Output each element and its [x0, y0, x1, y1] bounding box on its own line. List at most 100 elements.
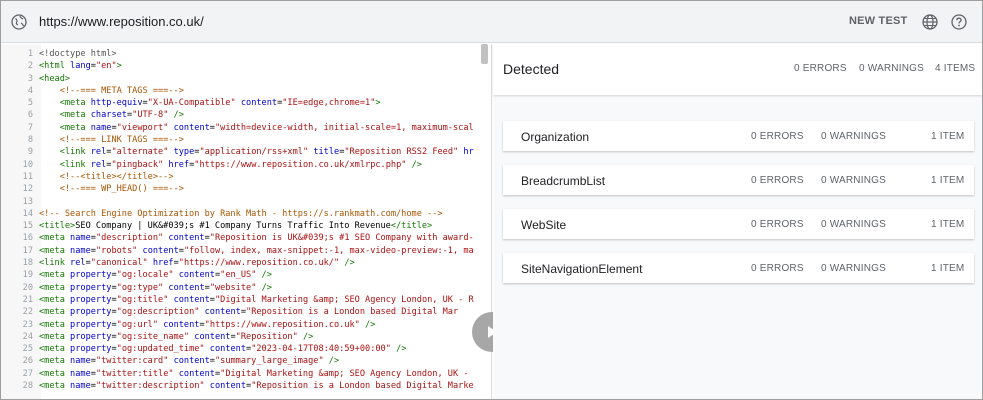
- code-scrollbar[interactable]: [481, 44, 488, 64]
- code-token: content: [142, 245, 179, 256]
- code-token: rel: [90, 159, 107, 170]
- code-token: title: [313, 147, 340, 158]
- code-token: property: [70, 294, 112, 305]
- line-number: 3: [27, 73, 33, 84]
- line-number: 4: [27, 85, 33, 96]
- code-token: "Reposition is a London based Digital Ma…: [246, 307, 459, 318]
- code-token: <meta: [39, 344, 71, 355]
- code-token: name: [70, 356, 91, 367]
- code-line: 1 <!doctype html>: [1, 48, 489, 60]
- code-line: 23 <meta property = "og:url" content = "https…: [1, 319, 489, 331]
- code-token: <link: [39, 258, 71, 269]
- code-token: />: [359, 319, 376, 330]
- code-token: content: [240, 98, 278, 109]
- code-token: <meta: [59, 110, 91, 121]
- top-bar: https://www.reposition.co.uk/ NEW TEST: [1, 1, 982, 43]
- code-line: 14 <!-- Search Engine Optimization by Ran…: [1, 208, 489, 220]
- new-test-button[interactable]: NEW TEST: [849, 15, 907, 27]
- help-icon[interactable]: [951, 14, 967, 30]
- code-token: />: [256, 270, 272, 281]
- code-line: 20 <meta property = "og:type" content = "webs…: [1, 282, 489, 294]
- result-card-website[interactable]: WebSite 0 ERRORS 0 WARNINGS 1 ITEM: [503, 209, 974, 239]
- code-token: "og:title": [116, 294, 169, 305]
- code-token: <meta: [39, 294, 71, 305]
- code-line: 26 <meta name = "twitter:card" content = "sum…: [1, 355, 489, 367]
- code-token: <!doctype html>: [39, 49, 117, 59]
- code-token: property: [70, 331, 112, 342]
- code-token: rel: [70, 258, 86, 269]
- line-number: 7: [27, 122, 33, 133]
- code-token: <meta: [39, 270, 71, 281]
- code-line: 16 <meta name = "description" content = "Repo…: [1, 232, 489, 244]
- code-token: "Digital Marketing &amp; SEO Agency Lond…: [214, 294, 474, 305]
- code-token: "alternate": [111, 147, 169, 158]
- code-line: 6 <meta charset = "UTF-8" />: [1, 109, 489, 121]
- code-token: "twitter:title": [95, 368, 174, 379]
- code-token: content: [173, 294, 210, 305]
- code-line: 18 <link rel = "canonical" href = "https://ww…: [1, 257, 489, 269]
- language-icon[interactable]: [922, 14, 938, 30]
- code-token: "Reposition": [235, 331, 298, 342]
- code-line: 4 <!--=== META TAGS ===-->: [1, 85, 489, 97]
- code-token: content: [173, 122, 210, 133]
- detected-header: Detected 0 ERRORS 0 WARNINGS 4 ITEMS: [493, 44, 982, 95]
- result-card-breadcrumblist[interactable]: BreadcrumbList 0 ERRORS 0 WARNINGS 1 ITE…: [503, 165, 974, 195]
- line-number: 12: [22, 184, 33, 195]
- code-token: />: [297, 331, 314, 342]
- line-number: 13: [22, 196, 33, 207]
- source-code: 1 <!doctype html> 2 <html lang = "en" >3 <head>…: [1, 48, 489, 392]
- line-number: 19: [22, 270, 33, 281]
- code-token: rel: [90, 147, 107, 158]
- code-token: />: [339, 258, 355, 269]
- code-token: "og:type": [116, 282, 164, 293]
- code-token: <head>: [39, 73, 71, 84]
- code-token: <meta: [39, 368, 71, 379]
- code-token: "Reposition RSS2 Feed": [344, 147, 459, 158]
- code-token: <meta: [39, 245, 71, 256]
- code-token: "og:url": [116, 319, 159, 330]
- code-line: 15 <title> SEO Company | UK&#039;s #1 Comp…: [1, 220, 489, 232]
- card-items: 1 ITEM: [931, 131, 965, 142]
- line-number: 27: [22, 368, 33, 379]
- source-code-pane[interactable]: 1 <!doctype html> 2 <html lang = "en" >3 <head>…: [1, 44, 492, 399]
- card-errors: 0 ERRORS: [751, 175, 804, 186]
- code-token: name: [90, 122, 112, 133]
- code-token: >: [116, 61, 122, 72]
- card-items: 1 ITEM: [931, 219, 965, 230]
- card-warnings: 0 WARNINGS: [821, 131, 886, 142]
- code-line: 3 <head>: [1, 73, 489, 85]
- line-number: 18: [22, 258, 33, 269]
- code-token: name: [70, 233, 91, 244]
- code-line: 21 <meta property = "og:title" content = "Dig…: [1, 294, 489, 306]
- code-token: <meta: [59, 98, 91, 109]
- line-number: 2: [27, 61, 33, 72]
- line-number: 6: [27, 110, 33, 121]
- code-token: "Reposition is UK&#039;s #1 SEO Company …: [209, 233, 474, 244]
- code-token: "2023-04-17T08:40:59+00:00": [251, 344, 391, 355]
- result-card-organization[interactable]: Organization 0 ERRORS 0 WARNINGS 1 ITEM: [503, 121, 974, 151]
- code-token: name: [70, 381, 91, 392]
- code-token: <!--=== META TAGS ===-->: [59, 85, 184, 96]
- code-token: <meta: [39, 356, 71, 367]
- code-token: content: [178, 270, 215, 281]
- code-token: "og:site_name": [116, 331, 190, 342]
- code-token: name: [70, 245, 91, 256]
- result-card-sitenavigationelement[interactable]: SiteNavigationElement 0 ERRORS 0 WARNING…: [503, 253, 974, 283]
- code-token: <title>: [39, 221, 76, 232]
- code-token: />: [406, 159, 422, 170]
- code-token: content: [168, 282, 205, 293]
- code-token: property: [70, 344, 112, 355]
- code-line: 24 <meta property = "og:site_name" content =…: [1, 331, 489, 343]
- code-token: "Reposition is a London based Digital Ma…: [251, 381, 474, 392]
- code-line: 19 <meta property = "og:locale" content = "en…: [1, 269, 489, 281]
- code-line: 5 <meta http-equiv = "X-UA-Compatible" con…: [1, 97, 489, 109]
- code-token: hr: [463, 147, 474, 158]
- code-token: "og:description": [116, 307, 200, 318]
- line-number: 15: [22, 221, 33, 232]
- code-token: <!--<title></title>-->: [59, 171, 174, 182]
